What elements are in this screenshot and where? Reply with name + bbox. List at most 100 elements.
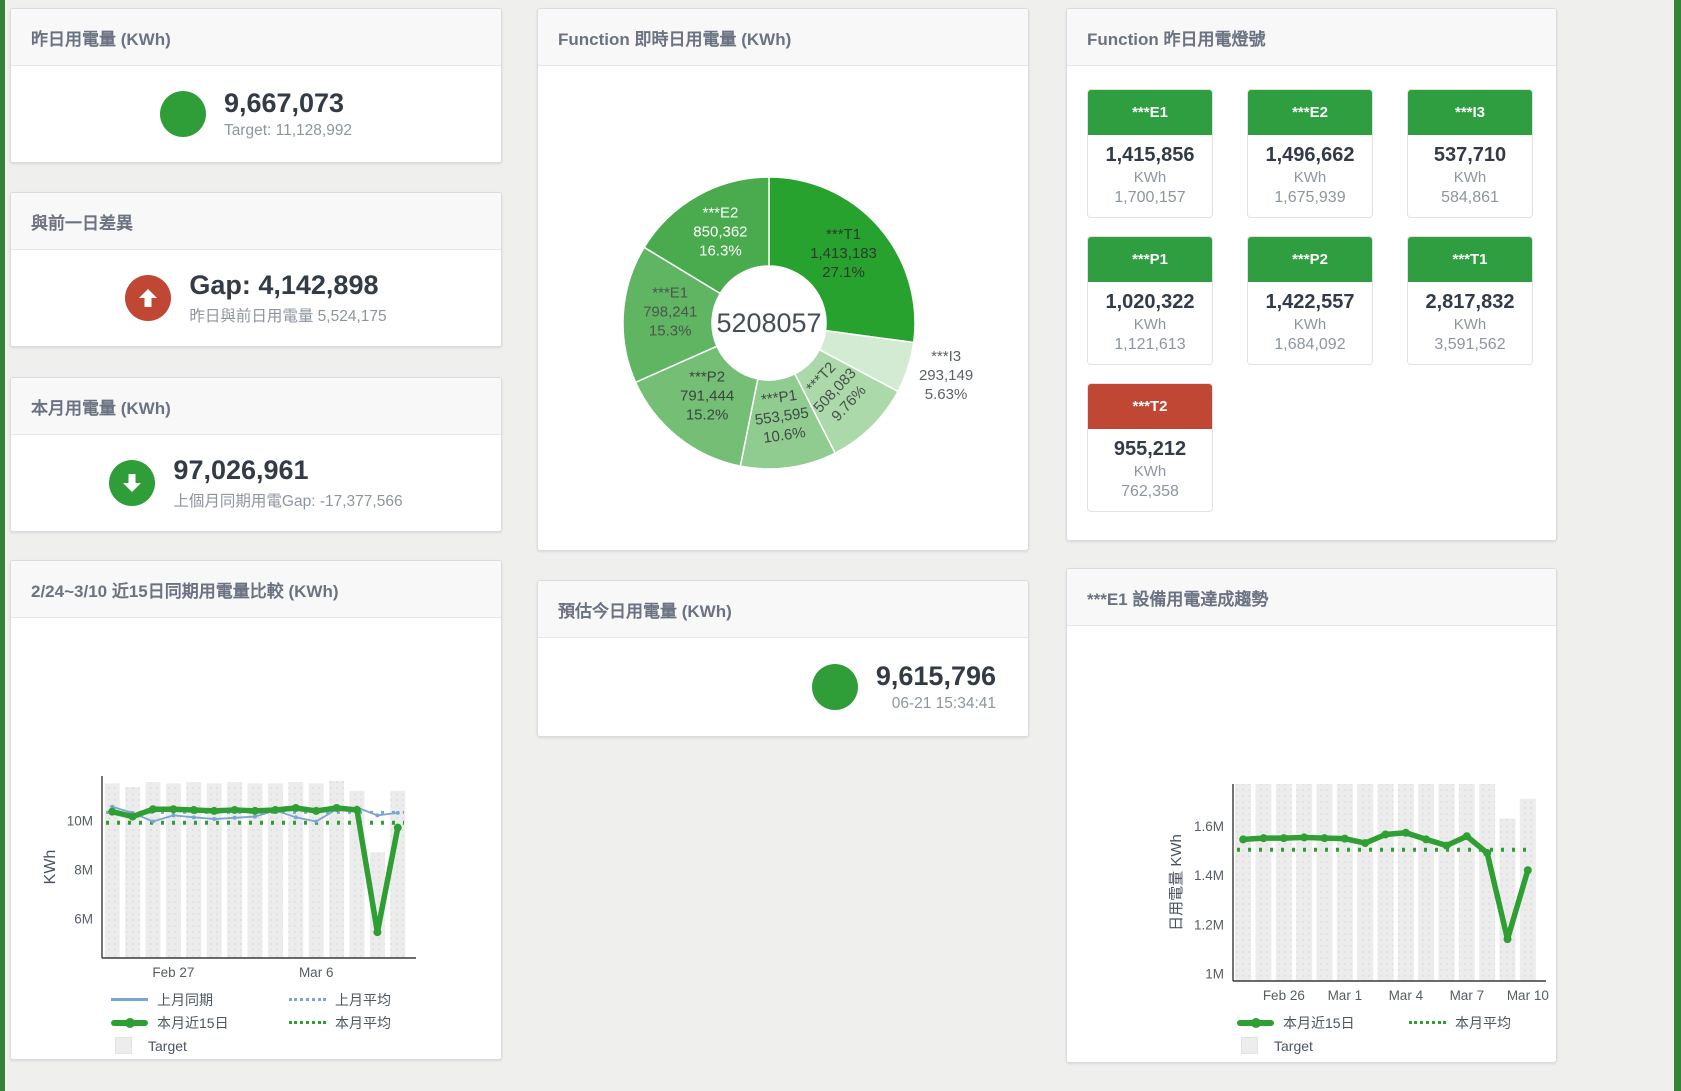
light-tile-T1: ***T12,817,832KWh3,591,562 [1407,236,1533,365]
legend-item-dash[interactable]: 本月平均 [289,1013,467,1033]
column-left: 昨日用電量 (KWh) 9,667,073 Target: 11,128,992… [10,8,502,1060]
stat-subtitle: Target: 11,128,992 [224,122,352,140]
legend-item-target[interactable]: Target [111,1037,289,1054]
light-tile-name: ***T2 [1088,384,1212,429]
legend-label: 上月同期 [157,990,213,1010]
x-tick-label: Mar 10 [1507,988,1549,1003]
daily-usage-donut-chart: ***T11,413,18327.1%***I3293,1495.63%***T… [538,66,1028,557]
light-tile-name: ***E2 [1248,90,1372,135]
card-gap-previous-day: 與前一日差異 Gap: 4,142,898 昨日與前日用電量 5,524,175 [10,192,502,347]
legend-label: 上月平均 [335,990,391,1010]
card-title: 與前一日差異 [31,209,133,234]
y-axis-title: 日用電量 KWh [1168,834,1185,931]
x-tick-label: Mar 6 [299,965,334,980]
light-tile-target: 584,861 [1408,189,1532,207]
light-tile-target: 1,675,939 [1248,189,1372,207]
y-tick-label: 10M [67,813,93,828]
stat-subtitle: 上個月同期用電Gap: -17,377,566 [173,489,402,511]
light-tile-unit: KWh [1088,316,1212,333]
status-circle-icon [160,91,206,137]
target-bar [1398,784,1414,981]
legend-item-thick[interactable]: 本月近15日 [111,1013,289,1033]
legend-label: 本月近15日 [1283,1013,1355,1033]
light-tile-unit: KWh [1248,169,1372,186]
target-bar [390,791,405,958]
x-tick-label: Feb 26 [1263,988,1305,1003]
light-tile-unit: KWh [1248,316,1372,333]
y-tick-label: 8M [74,862,93,877]
legend-item-target[interactable]: Target [1237,1037,1409,1054]
target-bar [1256,784,1272,981]
light-tile-target: 1,700,157 [1088,189,1212,207]
y-axis-title: KWh [42,850,59,885]
legend-swatch [1409,1021,1446,1024]
legend-item-line[interactable]: 上月同期 [111,990,289,1010]
legend-swatch [115,1037,132,1054]
card-15day-comparison-chart: 2/24~3/10 近15日同期用電量比較 (KWh) 6M 8M 10M Feb 2… [10,560,502,1060]
stat-value: 9,667,073 [224,88,352,119]
down-arrow-icon [109,460,155,506]
card-month-usage: 本月用電量 (KWh) 97,026,961 上個月同期用電Gap: -17,3… [10,377,502,532]
page-right-border [1674,0,1681,1091]
card-realtime-donut: Function 即時日用電量 (KWh) ***T11,413,18327.1… [537,8,1029,551]
light-tile-target: 3,591,562 [1408,336,1532,354]
light-tile-value: 1,415,856 [1088,144,1212,167]
light-tile-name: ***P2 [1248,237,1372,282]
chart-legend: 上月同期 上月平均本月近15日 本月平均 Target [111,988,467,1057]
card-title: 預估今日用電量 (KWh) [558,597,732,622]
line-chart-svg: 1M1.2M1.4M1.6MFeb 26Mar 1Mar 4Mar 7Mar 1… [1067,626,1556,1064]
card-title: ***E1 設備用電達成趨勢 [1087,585,1268,610]
card-title: Function 昨日用電燈號 [1087,25,1265,50]
stat-subtitle: 06-21 15:34:41 [876,695,996,713]
card-title: 昨日用電量 (KWh) [31,25,171,50]
page-left-border [0,0,5,1091]
target-bar [1276,784,1292,981]
light-tile-unit: KWh [1408,316,1532,333]
y-tick-label: 1.2M [1194,917,1224,932]
light-tile-value: 1,496,662 [1248,144,1372,167]
light-tile-E2: ***E2 1,496,662 KWh 1,675,939 [1247,89,1373,218]
legend-label: Target [148,1038,187,1054]
target-bar [1317,784,1333,981]
legend-item-dash[interactable]: 上月平均 [289,990,467,1010]
light-tile-unit: KWh [1088,463,1212,480]
donut-slice-label: ***I3293,1495.63% [919,348,973,403]
legend-label: Target [1274,1038,1313,1054]
target-bar [1418,784,1434,981]
donut-center-total: 5208057 [716,308,821,338]
target-bar [1439,784,1455,981]
light-tile-value: 537,710 [1408,144,1532,167]
device-light-grid: ***E1 1,415,856 KWh 1,700,157 ***E2 1,496,662… [1067,66,1556,535]
legend-label: 本月平均 [1455,1013,1511,1033]
target-bar [1337,784,1353,981]
y-tick-label: 6M [74,912,93,927]
stat-subtitle: 昨日與前日用電量 5,524,175 [189,304,386,326]
legend-swatch [111,998,148,1001]
card-e1-trend-chart: ***E1 設備用電達成趨勢 1M1.2M1.4M1.6MFeb 26Mar 1… [1066,568,1557,1063]
light-tile-name: ***E1 [1088,90,1212,135]
target-bar [1357,784,1373,981]
x-tick-label: Feb 27 [152,965,194,980]
up-arrow-icon [125,275,171,321]
legend-item-dash[interactable]: 本月平均 [1409,1013,1581,1033]
legend-swatch [289,998,326,1001]
light-tile-target: 762,358 [1088,483,1212,501]
target-bar [1296,784,1312,981]
light-tile-target: 1,121,613 [1088,336,1212,354]
card-yesterday-lights: Function 昨日用電燈號 ***E1 1,415,856 KWh 1,700,1… [1066,8,1557,541]
legend-label: 本月平均 [335,1013,391,1033]
legend-label: 本月近15日 [157,1013,229,1033]
y-tick-label: 1.4M [1194,868,1224,883]
light-tile-P2: ***P21,422,557KWh1,684,092 [1247,236,1373,365]
stat-value: Gap: 4,142,898 [189,270,386,301]
card-title: 2/24~3/10 近15日同期用電量比較 (KWh) [31,577,339,602]
column-middle: Function 即時日用電量 (KWh) ***T11,413,18327.1… [537,8,1029,737]
card-estimated-today: 預估今日用電量 (KWh) 9,615,796 06-21 15:34:41 [537,580,1029,737]
light-tile-E1: ***E11,415,856KWh1,700,157 [1087,89,1213,218]
target-bar [1500,818,1516,981]
legend-swatch [289,1021,326,1024]
card-yesterday-usage: 昨日用電量 (KWh) 9,667,073 Target: 11,128,992 [10,8,502,163]
legend-item-thick[interactable]: 本月近15日 [1237,1013,1409,1033]
light-tile-P1: ***P11,020,322KWh1,121,613 [1087,236,1213,365]
light-tile-target: 1,684,092 [1248,336,1372,354]
